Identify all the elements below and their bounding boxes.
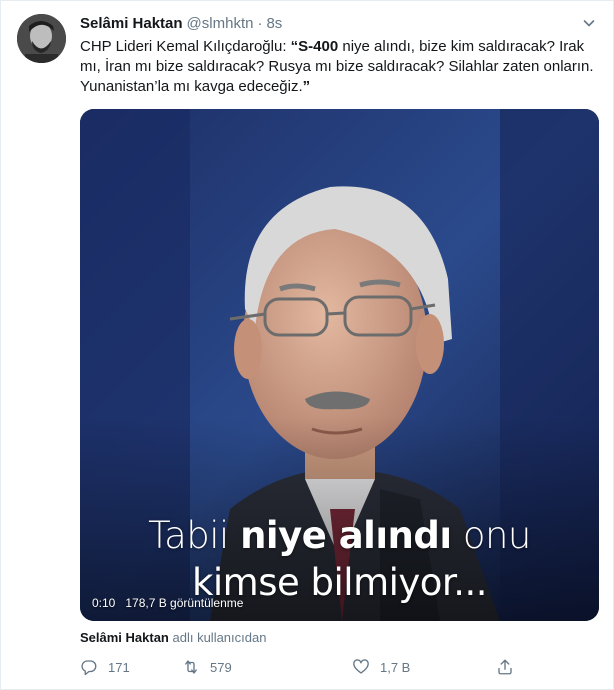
retweet-count: 579 xyxy=(210,659,232,675)
caption-part-3: onu xyxy=(451,514,532,557)
video-caption-line-1: Tabii niye alındı onu xyxy=(80,514,599,557)
reply-button[interactable]: 171 xyxy=(80,658,130,676)
avatar-image xyxy=(17,14,66,63)
header-separator: · xyxy=(257,15,263,32)
like-button[interactable]: 1,7 B xyxy=(352,658,410,676)
video-meta: 0:10 178,7 B görüntülenme xyxy=(92,596,243,610)
tweet-card[interactable]: Selâmi Haktan @slmhktn · 8s CHP Lideri K… xyxy=(0,0,614,690)
avatar[interactable] xyxy=(17,14,66,63)
video-player[interactable]: Tabii niye alındı onu kimse bilmiyor... … xyxy=(80,109,599,621)
attribution-suffix: adlı kullanıcıdan xyxy=(172,630,267,645)
like-count: 1,7 B xyxy=(380,659,411,675)
share-icon xyxy=(498,659,512,675)
video-attribution: Selâmi Haktan adlı kullanıcıdan xyxy=(80,630,266,645)
tweet-text-bold-open: “S-400 xyxy=(290,38,339,55)
caption-part-2: niye alındı xyxy=(240,514,452,557)
tweet-header: Selâmi Haktan @slmhktn · 8s xyxy=(80,15,282,33)
reply-icon xyxy=(81,660,97,676)
video-duration: 0:10 xyxy=(92,596,116,610)
share-button[interactable] xyxy=(496,658,524,676)
tweet-text: CHP Lideri Kemal Kılıçdaroğlu: “S-400 ni… xyxy=(80,37,605,97)
attribution-user[interactable]: Selâmi Haktan xyxy=(80,630,169,645)
author-handle[interactable]: @slmhktn xyxy=(187,15,254,32)
tweet-timestamp[interactable]: 8s xyxy=(266,15,282,32)
retweet-icon xyxy=(185,660,197,674)
video-views: 178,7 B görüntülenme xyxy=(125,596,244,610)
heart-icon xyxy=(353,659,369,674)
reply-count: 171 xyxy=(108,659,130,675)
tweet-text-bold-close: ” xyxy=(302,78,311,95)
tweet-text-prefix: CHP Lideri Kemal Kılıçdaroğlu: xyxy=(80,38,291,55)
caption-part-1: Tabii xyxy=(148,514,241,557)
tweet-actions: 171 579 1,7 B xyxy=(80,658,530,676)
retweet-button[interactable]: 579 xyxy=(182,658,232,676)
author-name[interactable]: Selâmi Haktan xyxy=(80,15,183,32)
more-options-chevron-icon[interactable] xyxy=(581,15,597,31)
